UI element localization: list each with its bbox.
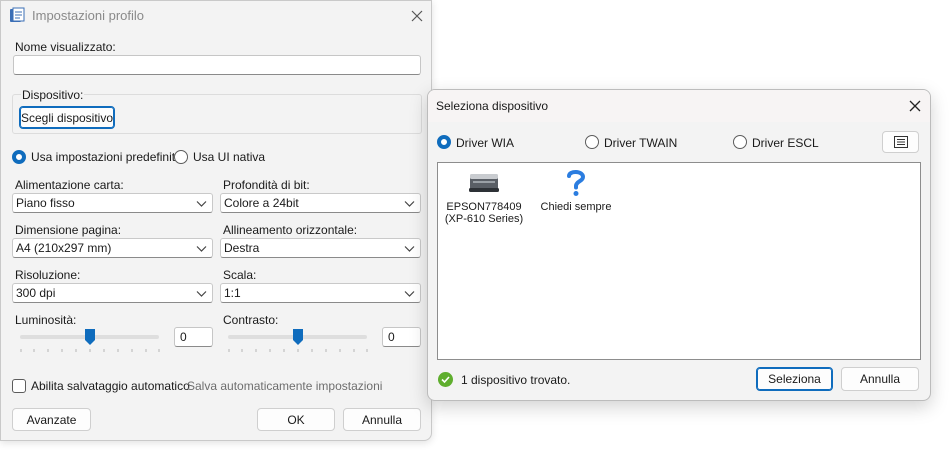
device-name-line2: (XP-610 Series) bbox=[444, 213, 524, 225]
horizontal-align-value: Destra bbox=[224, 241, 260, 255]
scanner-icon bbox=[469, 174, 499, 192]
contrast-slider-thumb[interactable] bbox=[292, 328, 304, 346]
brightness-label: Luminosità: bbox=[15, 313, 77, 327]
device-cancel-button[interactable]: Annulla bbox=[841, 367, 919, 391]
paper-source-label: Alimentazione carta: bbox=[15, 178, 124, 192]
close-icon[interactable] bbox=[905, 96, 925, 116]
driver-escl-label: Driver ESCL bbox=[752, 136, 819, 150]
device-item-epson[interactable]: EPSON778409 (XP-610 Series) bbox=[442, 167, 526, 225]
resolution-value: 300 dpi bbox=[16, 286, 56, 300]
page-size-label: Dimensione pagina: bbox=[15, 223, 122, 237]
device-group-label: Dispositivo: bbox=[21, 88, 85, 102]
driver-twain-radio[interactable] bbox=[585, 135, 599, 149]
profile-window-title: Impostazioni profilo bbox=[32, 8, 144, 23]
brightness-ticks bbox=[20, 349, 160, 352]
scanner-app-icon bbox=[10, 7, 25, 22]
autosave-checkbox[interactable] bbox=[12, 379, 26, 393]
list-view-icon bbox=[893, 136, 908, 148]
resolution-select[interactable]: 300 dpi bbox=[12, 283, 213, 303]
select-button[interactable]: Seleziona bbox=[756, 367, 833, 391]
contrast-label: Contrasto: bbox=[223, 313, 279, 327]
bit-depth-select[interactable]: Colore a 24bit bbox=[220, 193, 421, 213]
paper-source-select[interactable]: Piano fisso bbox=[12, 193, 213, 213]
autosave-hint: Salva automaticamente impostazioni bbox=[187, 379, 383, 393]
paper-source-value: Piano fisso bbox=[16, 196, 75, 210]
success-check-icon bbox=[438, 372, 453, 387]
profile-cancel-button[interactable]: Annulla bbox=[343, 408, 421, 431]
use-native-ui-radio[interactable] bbox=[174, 150, 188, 164]
ok-button[interactable]: OK bbox=[257, 408, 335, 431]
advanced-button[interactable]: Avanzate bbox=[12, 408, 91, 431]
driver-escl-radio[interactable] bbox=[733, 135, 747, 149]
horizontal-align-label: Allineamento orizzontale: bbox=[223, 223, 358, 237]
resolution-label: Risoluzione: bbox=[15, 268, 81, 282]
horizontal-align-select[interactable]: Destra bbox=[220, 238, 421, 258]
contrast-value-input[interactable]: 0 bbox=[382, 327, 421, 347]
device-list[interactable]: EPSON778409 (XP-610 Series) Chiedi sempr… bbox=[437, 162, 921, 360]
page-size-select[interactable]: A4 (210x297 mm) bbox=[12, 238, 213, 258]
contrast-ticks bbox=[228, 349, 368, 352]
list-view-button[interactable] bbox=[882, 131, 919, 153]
scale-value: 1:1 bbox=[224, 286, 241, 300]
chevron-down-icon bbox=[404, 291, 415, 297]
chevron-down-icon bbox=[196, 201, 207, 207]
driver-twain-label: Driver TWAIN bbox=[604, 136, 678, 150]
scale-select[interactable]: 1:1 bbox=[220, 283, 421, 303]
page-size-value: A4 (210x297 mm) bbox=[16, 241, 112, 255]
device-item-always-ask[interactable]: Chiedi sempre bbox=[534, 167, 618, 213]
device-titlebar: Seleziona dispositivo bbox=[428, 90, 930, 122]
display-name-input[interactable] bbox=[13, 55, 421, 75]
display-name-label: Nome visualizzato: bbox=[15, 40, 116, 54]
scale-label: Scala: bbox=[223, 268, 257, 282]
close-icon[interactable] bbox=[407, 6, 427, 26]
driver-wia-radio[interactable] bbox=[437, 135, 451, 149]
use-default-settings-radio[interactable] bbox=[12, 150, 26, 164]
autosave-label: Abilita salvataggio automatico bbox=[31, 379, 190, 393]
profile-titlebar: Impostazioni profilo bbox=[1, 1, 431, 31]
brightness-value-input[interactable]: 0 bbox=[174, 327, 213, 347]
choose-device-button[interactable]: Scegli dispositivo bbox=[19, 106, 115, 129]
device-name-line1: EPSON778409 bbox=[446, 201, 522, 213]
brightness-slider-thumb[interactable] bbox=[84, 328, 96, 346]
device-window-title: Seleziona dispositivo bbox=[436, 99, 549, 113]
bit-depth-label: Profondità di bit: bbox=[223, 178, 310, 192]
profile-settings-window: Impostazioni profilo Nome visualizzato: … bbox=[0, 0, 432, 441]
device-name-line1: Chiedi sempre bbox=[540, 201, 612, 213]
question-mark-icon bbox=[567, 170, 586, 196]
select-device-window: Seleziona dispositivo Driver WIA Driver … bbox=[427, 89, 931, 401]
chevron-down-icon bbox=[404, 246, 415, 252]
chevron-down-icon bbox=[196, 291, 207, 297]
chevron-down-icon bbox=[196, 246, 207, 252]
use-native-ui-label: Usa UI nativa bbox=[193, 150, 266, 164]
bit-depth-value: Colore a 24bit bbox=[224, 196, 299, 210]
chevron-down-icon bbox=[404, 201, 415, 207]
use-default-settings-label: Usa impostazioni predefinite bbox=[31, 150, 182, 164]
device-count-status: 1 dispositivo trovato. bbox=[461, 373, 571, 387]
driver-wia-label: Driver WIA bbox=[456, 136, 514, 150]
